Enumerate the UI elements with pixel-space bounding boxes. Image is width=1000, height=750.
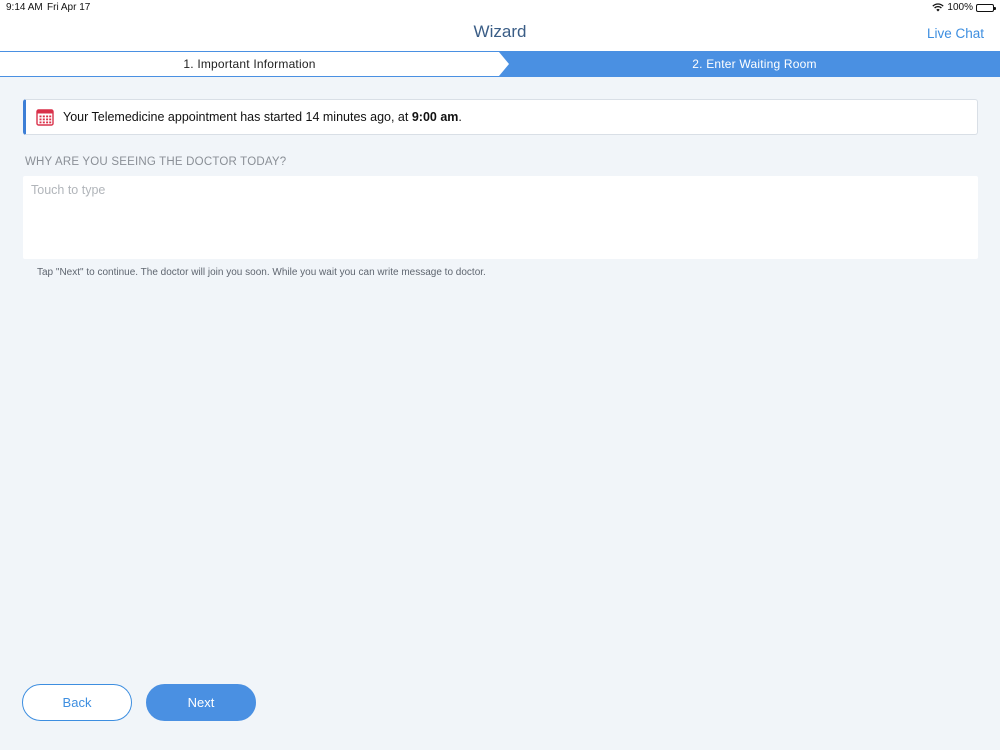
reason-textarea[interactable]: Touch to type <box>23 176 978 259</box>
back-button[interactable]: Back <box>22 684 132 721</box>
status-indicators: 100% <box>932 2 996 13</box>
step-important-information[interactable]: 1. Important Information <box>0 52 509 76</box>
battery-percent: 100% <box>947 2 973 13</box>
appointment-message-suffix: . <box>458 110 462 124</box>
appointment-message-text: Your Telemedicine appointment has starte… <box>63 110 412 124</box>
reason-label: WHY ARE YOU SEEING THE DOCTOR TODAY? <box>25 156 287 168</box>
step-enter-waiting-room[interactable]: 2. Enter Waiting Room <box>509 52 1000 76</box>
appointment-message: Your Telemedicine appointment has starte… <box>63 110 462 124</box>
battery-icon <box>976 3 996 12</box>
page-title: Wizard <box>473 22 527 41</box>
live-chat-button[interactable]: Live Chat <box>927 26 984 41</box>
navigation-bar: Wizard Live Chat <box>0 16 1000 51</box>
appointment-info-banner: Your Telemedicine appointment has starte… <box>23 99 978 135</box>
status-bar: 9:14 AM Fri Apr 17 100% <box>0 0 1000 16</box>
next-button[interactable]: Next <box>146 684 256 721</box>
reason-placeholder: Touch to type <box>31 183 106 197</box>
wizard-steps: 1. Important Information 2. Enter Waitin… <box>0 51 1000 77</box>
status-time: 9:14 AM <box>6 2 43 13</box>
status-date: Fri Apr 17 <box>47 2 91 13</box>
appointment-time: 9:00 am <box>411 110 459 124</box>
wifi-icon <box>932 3 945 12</box>
calendar-icon <box>36 109 54 126</box>
hint-text: Tap "Next" to continue. The doctor will … <box>37 267 486 278</box>
